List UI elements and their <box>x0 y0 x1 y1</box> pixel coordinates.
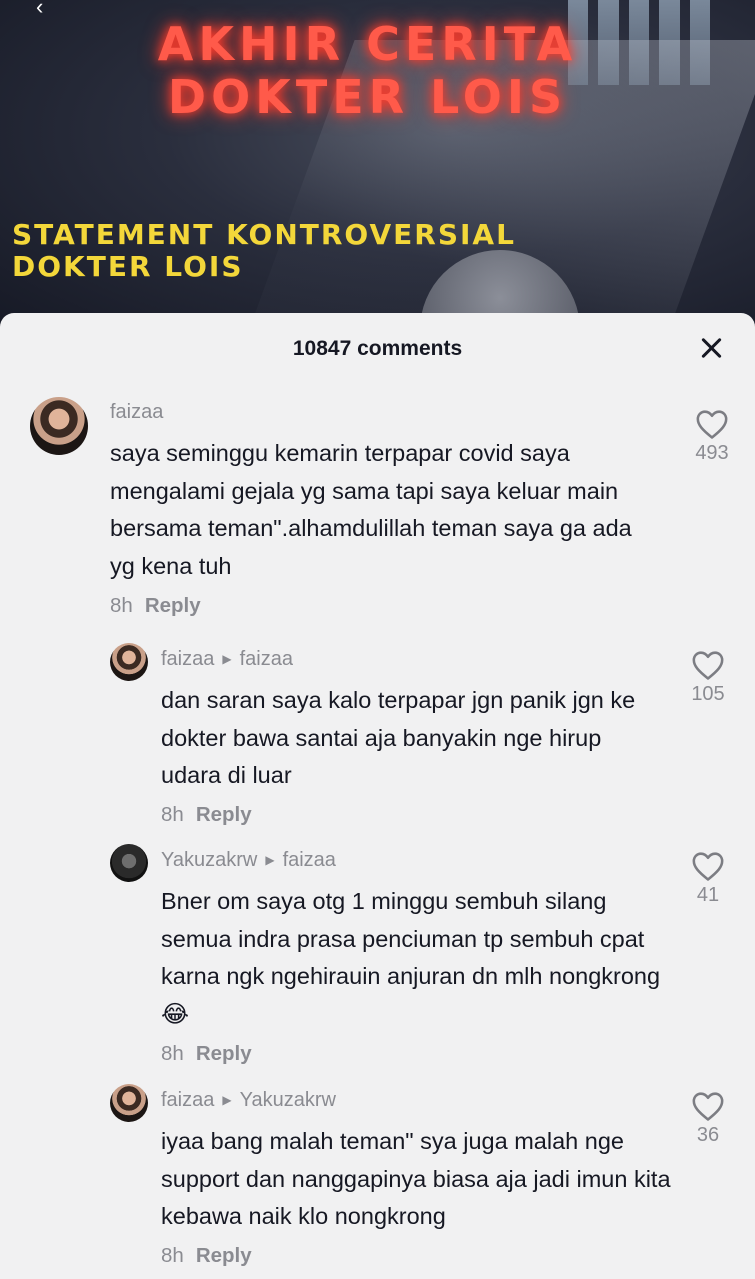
laughing-emoji-icon: 😂 <box>161 1000 190 1028</box>
reply-target[interactable]: faizaa <box>283 849 336 871</box>
comment-text: dan saran saya kalo terpapar jgn panik j… <box>161 687 636 788</box>
heart-icon[interactable] <box>691 850 725 882</box>
comment-text: iyaa bang malah teman" sya juga malah ng… <box>161 1128 671 1229</box>
reply-arrow-icon: ▶ <box>222 1093 232 1107</box>
heart-icon[interactable] <box>695 408 729 440</box>
comment-time: 8h <box>161 1244 184 1267</box>
comment-meta: 8h Reply <box>161 1042 252 1066</box>
comment-username[interactable]: Yakuzakrw ▶ faizaa <box>161 849 336 872</box>
like-count: 493 <box>695 442 729 464</box>
video-background: ‹ AKHIR CERITA DOKTER LOIS STATEMENT KON… <box>0 0 755 330</box>
comment-meta: 8h Reply <box>161 803 252 827</box>
comment-count: 10847 comments <box>292 337 463 360</box>
comment-username[interactable]: faizaa ▶ Yakuzakrw <box>161 1089 336 1112</box>
like-control: 105 <box>678 649 738 706</box>
comment-text: saya seminggu kemarin terpapar covid say… <box>110 440 632 579</box>
reply-button[interactable]: Reply <box>196 1244 252 1267</box>
reply-button[interactable]: Reply <box>145 594 201 617</box>
reply-button[interactable]: Reply <box>196 1042 252 1065</box>
like-count: 41 <box>696 884 720 906</box>
heart-icon[interactable] <box>691 1090 725 1122</box>
comments-header: 10847 comments <box>0 313 755 385</box>
comment-username[interactable]: faizaa ▶ faizaa <box>161 648 293 671</box>
comment-meta: 8h Reply <box>110 594 201 618</box>
comment-time: 8h <box>161 803 184 826</box>
reply-target[interactable]: faizaa <box>240 648 293 670</box>
avatar[interactable] <box>110 643 148 681</box>
video-subtitle-line1: STATEMENT KONTROVERSIAL <box>12 218 516 251</box>
video-subtitle-line2: DOKTER LOIS <box>12 250 244 283</box>
video-title-line1: AKHIR CERITA <box>157 17 578 71</box>
reply-arrow-icon: ▶ <box>265 853 275 867</box>
like-control: 493 <box>682 408 742 465</box>
close-icon[interactable] <box>699 335 725 361</box>
comment-body: Bner om saya otg 1 minggu sembuh silang … <box>161 888 661 989</box>
video-title-line2: DOKTER LOIS <box>167 70 568 124</box>
like-count: 105 <box>691 683 725 705</box>
reply-author[interactable]: faizaa <box>161 648 214 670</box>
reply-target[interactable]: Yakuzakrw <box>240 1089 336 1111</box>
comment-username[interactable]: faizaa <box>110 401 163 424</box>
back-chevron-icon[interactable]: ‹ <box>36 0 43 20</box>
avatar[interactable] <box>30 397 88 455</box>
avatar[interactable] <box>110 1084 148 1122</box>
comments-sheet: 10847 comments faizaa saya seminggu kema… <box>0 313 755 1279</box>
reply-button[interactable]: Reply <box>196 803 252 826</box>
comment-time: 8h <box>110 594 133 617</box>
comment-text: Bner om saya otg 1 minggu sembuh silang … <box>161 883 661 1033</box>
reply-author[interactable]: faizaa <box>161 1089 214 1111</box>
reply-author[interactable]: Yakuzakrw <box>161 849 257 871</box>
like-count: 36 <box>696 1124 720 1146</box>
comment-meta: 8h Reply <box>161 1244 252 1268</box>
avatar[interactable] <box>110 844 148 882</box>
comment-time: 8h <box>161 1042 184 1065</box>
reply-arrow-icon: ▶ <box>222 652 232 666</box>
like-control: 36 <box>678 1090 738 1147</box>
like-control: 41 <box>678 850 738 907</box>
heart-icon[interactable] <box>691 649 725 681</box>
